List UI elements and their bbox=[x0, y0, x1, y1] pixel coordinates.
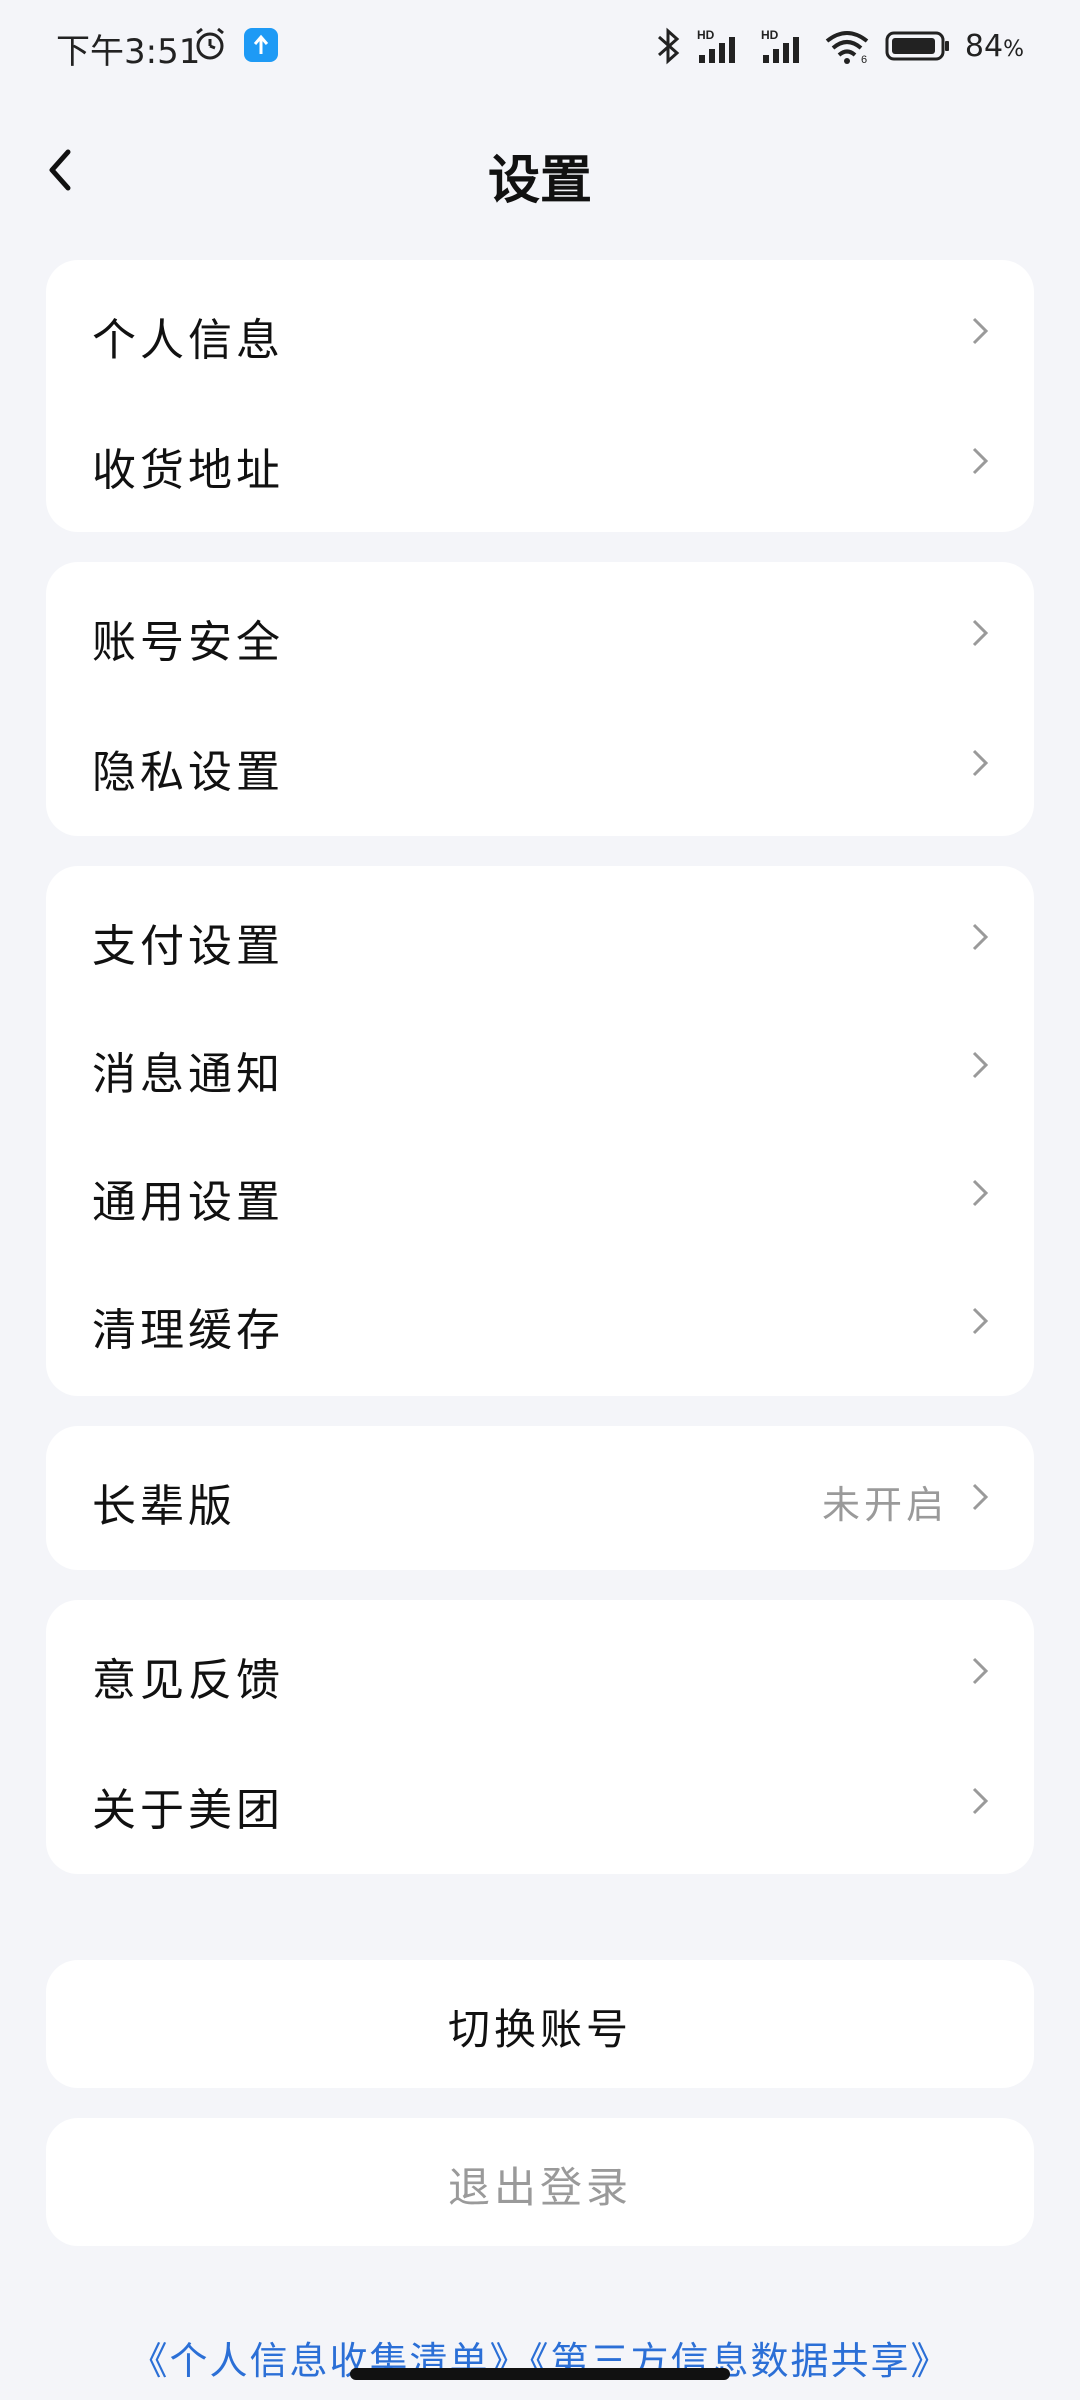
chevron-right-icon bbox=[972, 1657, 989, 1685]
status-time: 下午3:51 bbox=[56, 32, 201, 72]
settings-item-label: 个人信息 bbox=[92, 315, 284, 366]
hd-label: HD bbox=[697, 28, 715, 42]
chevron-right-icon bbox=[972, 317, 989, 345]
chevron-right-icon bbox=[972, 1307, 989, 1335]
switch-account-button[interactable]: 切换账号 bbox=[46, 1960, 1034, 2088]
signal-icon-2: HD bbox=[761, 28, 799, 63]
settings-item-clear-cache[interactable]: 清理缓存 bbox=[46, 1256, 1034, 1386]
chevron-right-icon bbox=[972, 1787, 989, 1815]
settings-item-feedback[interactable]: 意见反馈 bbox=[46, 1606, 1034, 1736]
settings-item-payment[interactable]: 支付设置 bbox=[46, 872, 1034, 1002]
battery-icon bbox=[885, 31, 949, 61]
settings-item-label: 消息通知 bbox=[92, 1049, 284, 1100]
settings-item-elder-mode[interactable]: 长辈版 未开启 bbox=[46, 1432, 1034, 1562]
alarm-icon bbox=[196, 27, 224, 60]
settings-item-label: 支付设置 bbox=[92, 921, 284, 972]
chevron-right-icon bbox=[972, 1051, 989, 1079]
wifi-sub-label: 6 bbox=[861, 54, 867, 65]
settings-item-label: 通用设置 bbox=[92, 1177, 284, 1228]
settings-item-shipping-address[interactable]: 收货地址 bbox=[46, 396, 1034, 526]
bluetooth-icon bbox=[657, 27, 680, 65]
chevron-right-icon bbox=[972, 1179, 989, 1207]
settings-item-label: 清理缓存 bbox=[92, 1305, 284, 1356]
logout-label: 退出登录 bbox=[447, 2163, 632, 2212]
chevron-right-icon bbox=[972, 749, 989, 777]
settings-item-label: 关于美团 bbox=[92, 1785, 284, 1836]
settings-item-label: 收货地址 bbox=[92, 445, 284, 496]
chevron-right-icon bbox=[972, 447, 989, 475]
settings-group-account-info: 个人信息 收货地址 bbox=[46, 260, 1034, 532]
settings-group-about: 意见反馈 关于美团 bbox=[46, 1600, 1034, 1874]
chevron-right-icon bbox=[972, 1483, 989, 1511]
settings-group-general: 支付设置 消息通知 通用设置 清理缓存 bbox=[46, 866, 1034, 1396]
settings-group-security: 账号安全 隐私设置 bbox=[46, 562, 1034, 836]
elder-mode-status: 未开启 bbox=[821, 1483, 948, 1527]
switch-account-label: 切换账号 bbox=[447, 2005, 632, 2054]
battery-percent-value: 84 bbox=[964, 28, 1004, 64]
settings-item-label: 账号安全 bbox=[92, 617, 284, 668]
battery-percent-suffix: % bbox=[1003, 36, 1024, 62]
chevron-right-icon bbox=[972, 619, 989, 647]
home-indicator[interactable] bbox=[350, 2368, 730, 2380]
settings-item-label: 长辈版 bbox=[92, 1481, 236, 1532]
status-icons: HD HD 6 84% bbox=[655, 26, 1024, 66]
wifi-icon: 6 bbox=[825, 31, 869, 65]
settings-item-privacy[interactable]: 隐私设置 bbox=[46, 698, 1034, 828]
settings-item-account-security[interactable]: 账号安全 bbox=[46, 568, 1034, 698]
logout-button[interactable]: 退出登录 bbox=[46, 2118, 1034, 2246]
settings-group-elder-mode: 长辈版 未开启 bbox=[46, 1426, 1034, 1570]
status-bar: 下午3:51 HD HD 6 84% bbox=[0, 0, 1080, 100]
signal-icon: HD bbox=[697, 28, 735, 63]
settings-item-general[interactable]: 通用设置 bbox=[46, 1128, 1034, 1258]
settings-item-label: 隐私设置 bbox=[92, 747, 284, 798]
settings-item-notifications[interactable]: 消息通知 bbox=[46, 1000, 1034, 1130]
header: 设置 bbox=[0, 120, 1080, 220]
chevron-right-icon bbox=[972, 923, 989, 951]
settings-item-about[interactable]: 关于美团 bbox=[46, 1736, 1034, 1866]
hd-label-2: HD bbox=[761, 28, 779, 42]
app-notification-icon bbox=[244, 28, 278, 62]
battery-percent: 84% bbox=[965, 29, 1024, 64]
settings-item-label: 意见反馈 bbox=[92, 1655, 284, 1706]
page-title: 设置 bbox=[487, 151, 592, 211]
settings-item-personal-info[interactable]: 个人信息 bbox=[46, 266, 1034, 396]
